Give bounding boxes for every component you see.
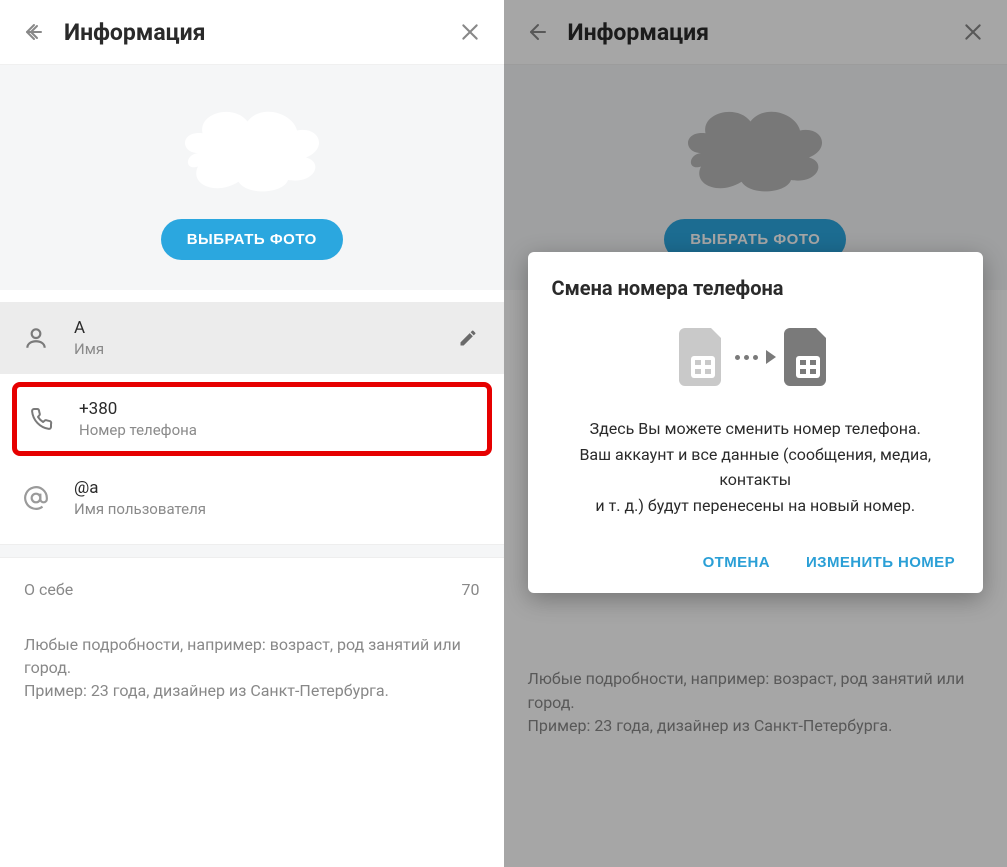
bio-header: О себе 70 (0, 558, 504, 605)
person-icon (22, 325, 50, 351)
modal-body: Здесь Вы можете сменить номер телефона. … (552, 416, 960, 518)
modal-body-l3: и т. д.) будут перенесены на новый номер… (552, 493, 960, 519)
arrow-icon (766, 350, 776, 364)
change-phone-modal: Смена номера телефона Здесь Вы можете см… (528, 252, 984, 593)
bio-placeholder[interactable]: Любые подробности, например: возраст, ро… (0, 605, 504, 719)
modal-title: Смена номера телефона (552, 276, 960, 300)
name-value: А (74, 318, 482, 338)
photo-section: ВЫБРАТЬ ФОТО (0, 65, 504, 290)
sim-old-icon (679, 328, 727, 386)
left-panel: Информация ВЫБРАТЬ ФОТО А Имя +380 (0, 0, 504, 867)
close-button[interactable] (456, 18, 484, 46)
header-title: Информация (64, 19, 440, 46)
close-icon (460, 22, 480, 42)
header: Информация (0, 0, 504, 65)
right-panel: Информация ВЫБРАТЬ ФОТО Любые подробност… (504, 0, 1007, 867)
phone-label: Номер телефона (79, 421, 477, 439)
bio-count: 70 (462, 580, 480, 599)
phone-highlight: +380 Номер телефона (12, 382, 492, 456)
phone-icon (27, 407, 55, 431)
bio-line2: Пример: 23 года, дизайнер из Санкт-Петер… (528, 714, 984, 737)
change-number-button[interactable]: ИЗМЕНИТЬ НОМЕР (802, 546, 959, 579)
bio-line1: Любые подробности, например: возраст, ро… (528, 667, 984, 713)
modal-body-l2: Ваш аккаунт и все данные (сообщения, мед… (552, 442, 960, 493)
bio-placeholder: Любые подробности, например: возраст, ро… (504, 639, 1007, 867)
bio-title: О себе (24, 580, 73, 599)
modal-actions: ОТМЕНА ИЗМЕНИТЬ НОМЕР (552, 546, 960, 579)
cancel-button[interactable]: ОТМЕНА (699, 546, 774, 579)
name-row[interactable]: А Имя (0, 302, 504, 374)
sim-new-icon (784, 328, 832, 386)
username-row[interactable]: @а Имя пользователя (0, 462, 504, 534)
username-label: Имя пользователя (74, 500, 482, 518)
at-icon (22, 485, 50, 511)
divider (0, 544, 504, 558)
back-button[interactable] (20, 18, 48, 46)
sim-transfer-graphic (552, 328, 960, 386)
choose-photo-button[interactable]: ВЫБРАТЬ ФОТО (161, 219, 343, 260)
profile-photo-placeholder (162, 89, 342, 199)
username-value: @а (74, 478, 482, 498)
profile-photo-placeholder (665, 89, 845, 199)
bio-line2: Пример: 23 года, дизайнер из Санкт-Петер… (24, 679, 480, 702)
back-arrow-icon (22, 20, 46, 44)
back-arrow-icon (526, 20, 550, 44)
bio-line1: Любые подробности, например: возраст, ро… (24, 633, 480, 679)
phone-value: +380 (79, 399, 477, 419)
close-icon (963, 22, 983, 42)
edit-name-button[interactable] (454, 324, 482, 352)
close-button[interactable] (959, 18, 987, 46)
header-title: Информация (568, 19, 944, 46)
divider (0, 290, 504, 302)
back-button[interactable] (524, 18, 552, 46)
dots-icon (735, 355, 758, 360)
modal-body-l1: Здесь Вы можете сменить номер телефона. (552, 416, 960, 442)
header: Информация (504, 0, 1007, 65)
phone-row[interactable]: +380 Номер телефона (17, 387, 487, 451)
name-label: Имя (74, 340, 482, 358)
pencil-icon (458, 328, 478, 348)
